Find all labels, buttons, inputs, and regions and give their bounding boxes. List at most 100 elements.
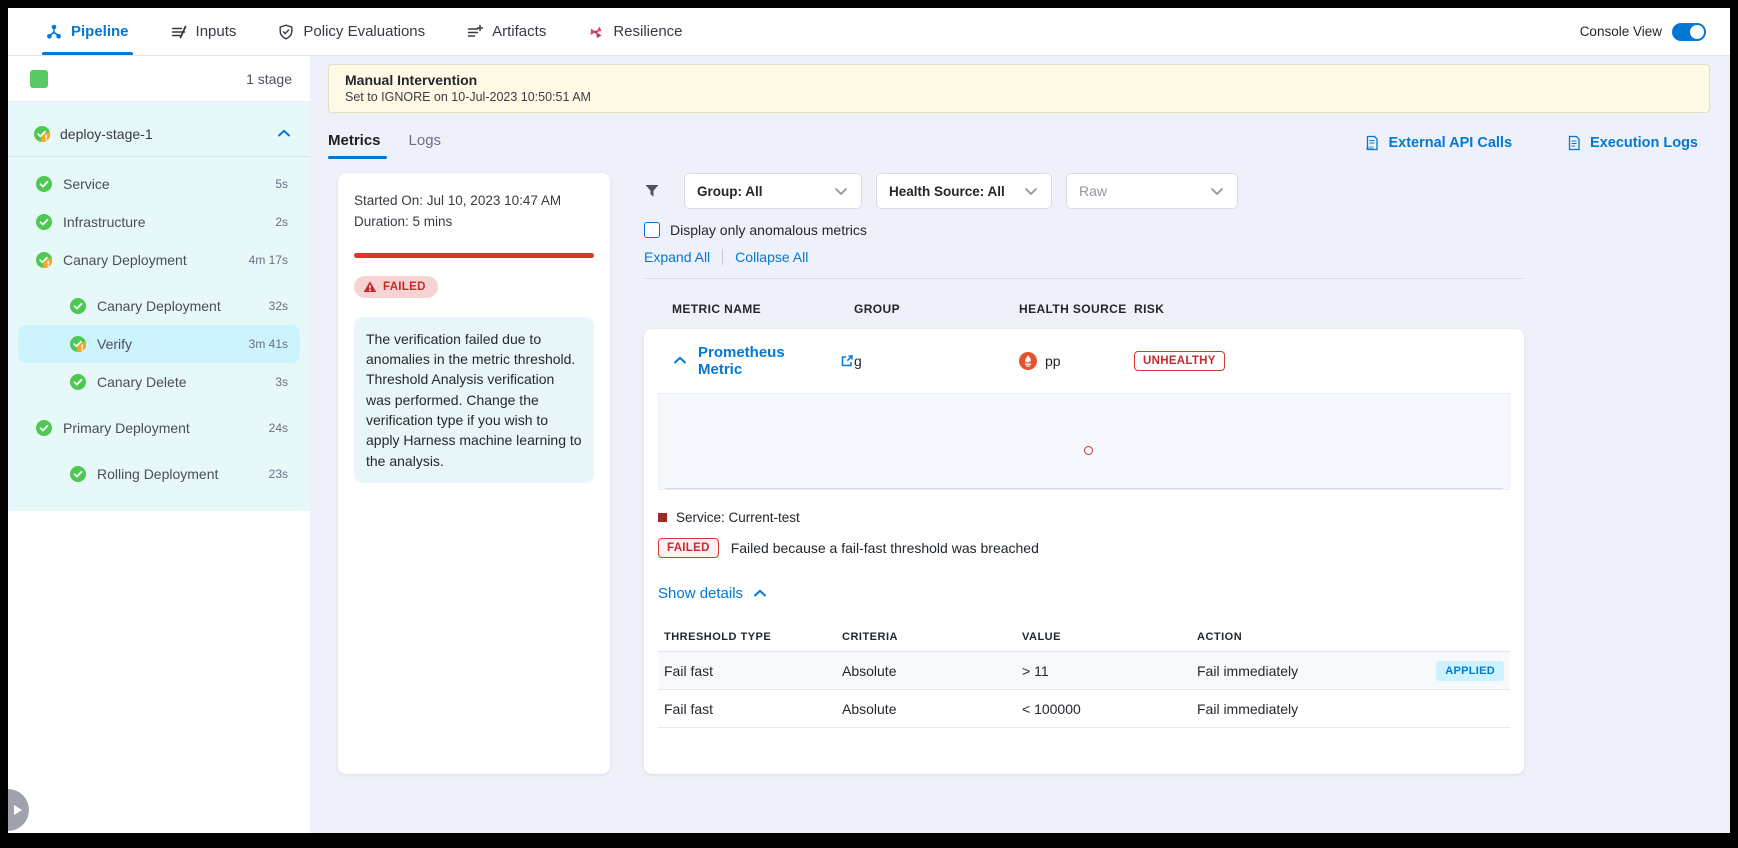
stage-count-label: 1 stage <box>246 71 292 87</box>
right-arrow-icon <box>13 804 23 816</box>
value-cell: < 100000 <box>1022 701 1197 717</box>
metric-row: Prometheus Metric g pp <box>644 329 1524 393</box>
check-circle-icon <box>70 298 86 314</box>
external-api-calls-label: External API Calls <box>1388 135 1512 151</box>
external-api-calls-link[interactable]: API External API Calls <box>1364 135 1512 151</box>
step-label: Canary Deployment <box>97 298 221 314</box>
main-panel: Manual Intervention Set to IGNORE on 10-… <box>310 56 1730 833</box>
filter-funnel-icon[interactable] <box>644 183 660 199</box>
pipeline-icon <box>46 24 62 40</box>
show-details-link[interactable]: Show details <box>658 585 1510 602</box>
col-threshold-type: THRESHOLD TYPE <box>664 631 842 643</box>
col-group: GROUP <box>854 302 1019 316</box>
metric-card: Prometheus Metric g pp <box>644 329 1524 774</box>
external-link-icon[interactable] <box>840 354 854 368</box>
warning-success-icon <box>36 252 52 268</box>
sidebar-collapse-handle[interactable] <box>8 789 29 831</box>
metrics-panel: Group: All Health Source: All Raw <box>644 173 1524 774</box>
anomalous-metrics-filter: Display only anomalous metrics <box>644 222 1524 238</box>
anomaly-data-point[interactable] <box>1084 446 1093 455</box>
collapse-chevron-up-icon[interactable] <box>672 353 688 369</box>
tab-policy-evaluations-label: Policy Evaluations <box>303 23 425 40</box>
raw-filter-dropdown[interactable]: Raw <box>1066 173 1238 209</box>
step-label: Primary Deployment <box>63 420 190 436</box>
step-list: Service 5s Infrastructure 2s Canary Depl… <box>8 165 310 493</box>
health-source-filter-dropdown[interactable]: Health Source: All <box>876 173 1052 209</box>
view-tab-row: Metrics Logs API External API Calls <box>328 121 1710 159</box>
step-canary-deployment-group[interactable]: Canary Deployment 4m 17s <box>18 241 300 279</box>
content-area: 1 stage deploy-stage-1 Service 5s <box>8 56 1730 833</box>
tab-resilience[interactable]: Resilience <box>588 8 682 55</box>
health-source-value: pp <box>1045 353 1061 369</box>
step-label: Canary Delete <box>97 374 187 390</box>
prometheus-icon <box>1019 352 1037 370</box>
artifacts-icon <box>467 24 483 40</box>
step-service[interactable]: Service 5s <box>18 165 300 203</box>
chevron-up-icon <box>752 586 768 602</box>
toggle-knob <box>1690 25 1704 39</box>
raw-filter-placeholder: Raw <box>1079 183 1107 199</box>
step-duration: 4m 17s <box>249 253 300 267</box>
metrics-table-header: METRIC NAME GROUP HEALTH SOURCE RISK <box>644 293 1524 325</box>
stage-panel: deploy-stage-1 Service 5s Infrastructure… <box>8 102 310 511</box>
stage-group-deploy-stage-1[interactable]: deploy-stage-1 <box>8 116 310 157</box>
tab-logs[interactable]: Logs <box>409 132 442 159</box>
tab-metrics[interactable]: Metrics <box>328 132 381 159</box>
step-infrastructure[interactable]: Infrastructure 2s <box>18 203 300 241</box>
stage-name-label: deploy-stage-1 <box>60 126 266 142</box>
step-duration: 23s <box>269 467 300 481</box>
tab-policy-evaluations[interactable]: Policy Evaluations <box>278 8 425 55</box>
inputs-icon <box>171 24 187 40</box>
threshold-row: Fail fast Absolute < 100000 Fail immedia… <box>658 690 1510 728</box>
step-verify[interactable]: Verify 3m 41s <box>18 325 300 363</box>
threshold-type-cell: Fail fast <box>664 701 842 717</box>
check-circle-icon <box>36 176 52 192</box>
console-view-label: Console View <box>1580 24 1662 39</box>
tab-artifacts[interactable]: Artifacts <box>467 8 546 55</box>
step-canary-delete[interactable]: Canary Delete 3s <box>18 363 300 401</box>
anomalous-metrics-checkbox[interactable] <box>644 222 660 238</box>
chart-legend: Service: Current-test <box>658 510 1510 525</box>
document-icon <box>1566 135 1582 151</box>
metric-name-link[interactable]: Prometheus Metric <box>698 344 830 378</box>
resilience-icon <box>588 24 604 40</box>
expand-all-link[interactable]: Expand All <box>644 249 710 265</box>
tab-inputs-label: Inputs <box>196 23 237 40</box>
tab-pipeline[interactable]: Pipeline <box>46 8 129 55</box>
check-circle-icon <box>36 214 52 230</box>
warning-triangle-icon <box>363 280 377 294</box>
execution-sidebar: 1 stage deploy-stage-1 Service 5s <box>8 56 310 833</box>
collapse-all-link[interactable]: Collapse All <box>735 249 808 265</box>
check-circle-icon <box>70 374 86 390</box>
console-view-toggle[interactable] <box>1672 23 1706 41</box>
api-document-icon: API <box>1364 135 1380 151</box>
step-duration: 32s <box>269 299 300 313</box>
chevron-up-icon[interactable] <box>276 126 292 142</box>
tab-artifacts-label: Artifacts <box>492 23 546 40</box>
warning-success-icon <box>34 126 50 142</box>
failed-outline-badge: FAILED <box>658 538 719 558</box>
failed-reason-text: Failed because a fail-fast threshold was… <box>731 540 1039 556</box>
tab-inputs[interactable]: Inputs <box>171 8 237 55</box>
step-duration: 3m 41s <box>249 337 300 351</box>
group-filter-dropdown[interactable]: Group: All <box>684 173 862 209</box>
step-label: Rolling Deployment <box>97 466 218 482</box>
legend-label: Service: Current-test <box>676 510 800 525</box>
fail-reason-row: FAILED Failed because a fail-fast thresh… <box>658 538 1510 558</box>
value-cell: > 11 <box>1022 663 1197 679</box>
execution-logs-link[interactable]: Execution Logs <box>1566 135 1698 151</box>
criteria-cell: Absolute <box>842 663 1022 679</box>
col-health-source: HEALTH SOURCE <box>1019 302 1134 316</box>
action-cell: Fail immediately <box>1197 663 1427 679</box>
step-duration: 2s <box>275 215 300 229</box>
divider <box>722 249 723 265</box>
verification-message: The verification failed due to anomalies… <box>354 317 594 483</box>
chart-x-axis <box>665 488 1503 489</box>
step-rolling-deployment[interactable]: Rolling Deployment 23s <box>18 455 300 493</box>
stage-status-square <box>30 70 48 88</box>
step-canary-deployment[interactable]: Canary Deployment 32s <box>18 287 300 325</box>
metric-chart <box>658 393 1510 490</box>
step-primary-deployment[interactable]: Primary Deployment 24s <box>18 409 300 447</box>
step-label: Verify <box>97 336 132 352</box>
top-nav-tabs: Pipeline Inputs Policy Evaluations Artif… <box>46 8 683 55</box>
